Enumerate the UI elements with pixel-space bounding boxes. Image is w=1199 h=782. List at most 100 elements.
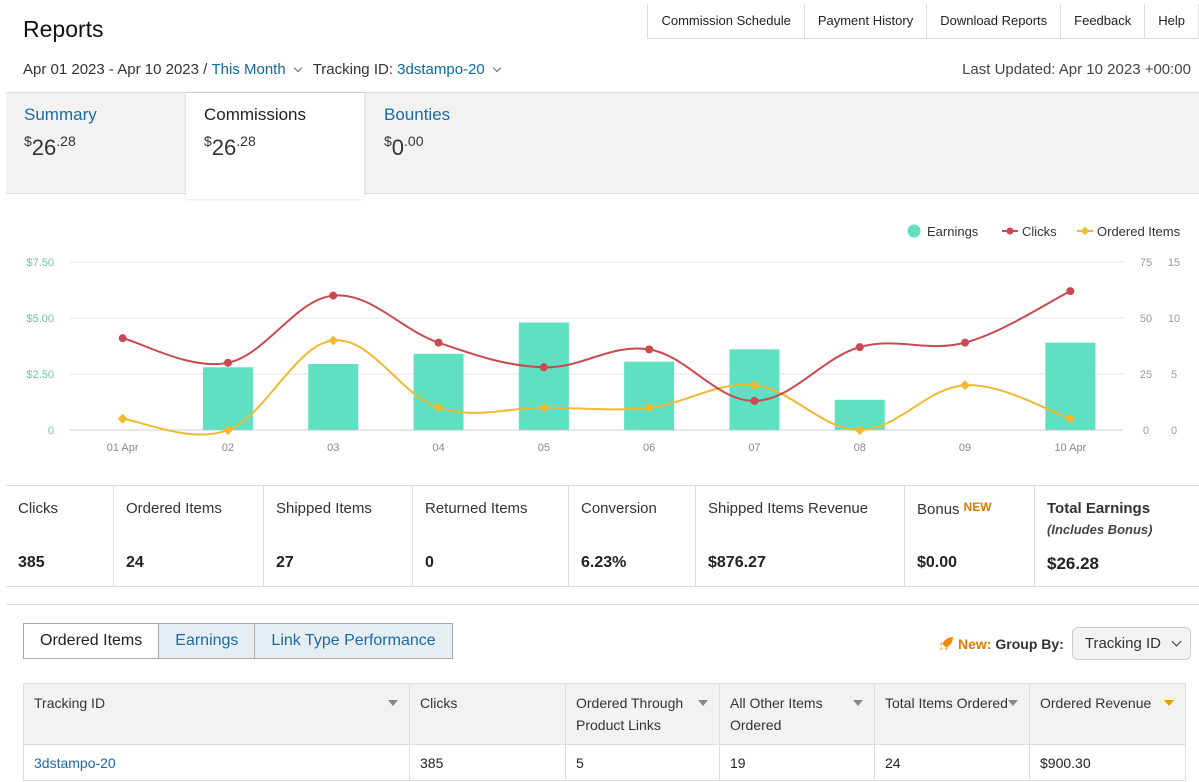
metric-conversion: Conversion 6.23% bbox=[569, 486, 696, 586]
cell-clicks: 385 bbox=[409, 744, 566, 781]
right-axis-tick: 15 bbox=[1168, 257, 1180, 269]
clicks-point bbox=[855, 343, 864, 352]
col-ordered-revenue[interactable]: Ordered Revenue bbox=[1029, 683, 1186, 745]
nav-help[interactable]: Help bbox=[1144, 4, 1198, 38]
tab-bounties-value: $ 0 .00 bbox=[384, 133, 424, 160]
col-total-items-ordered[interactable]: Total Items Ordered bbox=[874, 683, 1030, 745]
sort-icon[interactable] bbox=[853, 700, 863, 706]
clicks-point bbox=[223, 358, 232, 367]
metric-ordered-items: Ordered Items 24 bbox=[114, 486, 264, 586]
clicks-point bbox=[645, 345, 654, 354]
legend-earnings-marker bbox=[907, 224, 921, 238]
top-nav: Commission Schedule Payment History Down… bbox=[647, 4, 1199, 39]
tab-commissions-label: Commissions bbox=[204, 105, 307, 124]
clicks-point bbox=[750, 396, 759, 405]
clicks-point bbox=[1066, 287, 1075, 296]
sort-icon[interactable] bbox=[698, 700, 708, 706]
left-axis-tick: $5.00 bbox=[26, 313, 54, 325]
metric-shipped-items: Shipped Items 27 bbox=[264, 486, 413, 586]
legend-clicks-marker bbox=[1006, 227, 1014, 235]
left-axis-tick: 0 bbox=[48, 425, 54, 437]
summary-tabs: Summary $ 26 .28 Commissions $ 26 .28 Bo… bbox=[6, 92, 1199, 199]
period-selector[interactable]: This Month bbox=[211, 61, 285, 78]
x-axis-tick: 05 bbox=[538, 442, 550, 454]
mid-axis-tick: 75 bbox=[1140, 257, 1152, 269]
clicks-point bbox=[118, 334, 127, 343]
tab-commissions[interactable]: Commissions $ 26 .28 bbox=[186, 93, 364, 199]
cell-total-items: 24 bbox=[874, 744, 1030, 781]
metric-returned-items: Returned Items 0 bbox=[413, 486, 569, 586]
report-tabs: Ordered Items Earnings Link Type Perform… bbox=[23, 623, 453, 659]
clicks-point bbox=[329, 291, 338, 300]
col-all-other-items-ordered[interactable]: All Other Items Ordered bbox=[719, 683, 875, 745]
ordered-items-point bbox=[960, 380, 970, 391]
tab-commissions-value: $ 26 .28 bbox=[204, 133, 256, 160]
mid-axis-tick: 0 bbox=[1143, 425, 1149, 437]
legend-ordered-marker bbox=[1080, 226, 1090, 236]
x-axis-tick: 09 bbox=[959, 442, 971, 454]
left-axis-tick: $7.50 bbox=[26, 257, 54, 269]
earnings-bar bbox=[624, 361, 675, 430]
earnings-chart: $7.50 75 15 $5.00 50 10 $2.50 25 5 0 0 0 01 Apr 02 03 0… bbox=[6, 194, 1199, 486]
col-tracking-id[interactable]: Tracking ID bbox=[23, 683, 410, 745]
legend-ordered-label: Ordered Items bbox=[1097, 224, 1181, 239]
clicks-point bbox=[961, 338, 970, 347]
x-axis-tick: 08 bbox=[854, 442, 866, 454]
tracking-id-link[interactable]: 3dstampo-20 bbox=[34, 755, 116, 771]
group-by-select[interactable]: Tracking ID bbox=[1071, 627, 1191, 660]
ordered-items-point bbox=[328, 335, 339, 346]
nav-commission-schedule[interactable]: Commission Schedule bbox=[648, 4, 803, 38]
metric-shipped-items-revenue: Shipped Items Revenue $876.27 bbox=[696, 486, 905, 586]
clicks-point bbox=[539, 363, 548, 372]
x-axis-tick: 02 bbox=[222, 442, 234, 454]
chevron-down-icon[interactable] bbox=[293, 63, 302, 72]
col-ordered-through-product-links[interactable]: Ordered Through Product Links bbox=[565, 683, 720, 745]
date-range: Apr 01 2023 - Apr 10 2023 / bbox=[23, 61, 208, 78]
mid-axis-tick: 50 bbox=[1140, 313, 1152, 325]
rocket-icon bbox=[938, 636, 953, 651]
tab-bounties[interactable]: Bounties $ 0 .00 bbox=[366, 93, 544, 195]
tab-earnings[interactable]: Earnings bbox=[158, 624, 255, 658]
tracking-id-selector[interactable]: 3dstampo-20 bbox=[397, 61, 485, 78]
legend-earnings-label: Earnings bbox=[927, 224, 979, 239]
x-axis-tick: 10 Apr bbox=[1054, 442, 1086, 454]
sort-icon[interactable] bbox=[388, 700, 398, 706]
new-badge: NEW bbox=[963, 500, 992, 514]
tracking-label: Tracking ID: bbox=[312, 61, 393, 78]
metric-total-earnings: Total Earnings (Includes Bonus) $26.28 bbox=[1047, 500, 1153, 573]
x-axis-tick: 06 bbox=[643, 442, 655, 454]
clicks-line bbox=[122, 290, 1071, 402]
tab-summary-value: $ 26 .28 bbox=[24, 133, 76, 160]
new-label: New: bbox=[957, 635, 992, 652]
filter-bar: Apr 01 2023 - Apr 10 2023 / This Month T… bbox=[23, 61, 512, 78]
col-clicks[interactable]: Clicks bbox=[409, 683, 566, 745]
ordered-items-table: Tracking ID Clicks Ordered Through Produ… bbox=[23, 683, 1186, 781]
page-title: Reports bbox=[23, 16, 104, 42]
metric-bonus: Bonus NEW $0.00 bbox=[905, 486, 1035, 586]
x-axis-tick: 04 bbox=[432, 442, 444, 454]
chevron-down-icon[interactable] bbox=[492, 63, 501, 72]
nav-payment-history[interactable]: Payment History bbox=[803, 4, 926, 38]
legend-clicks-label: Clicks bbox=[1022, 224, 1057, 239]
sort-icon[interactable] bbox=[1164, 700, 1174, 706]
tab-ordered-items[interactable]: Ordered Items bbox=[24, 624, 159, 658]
right-axis-tick: 10 bbox=[1168, 313, 1180, 325]
tab-bounties-label: Bounties bbox=[384, 105, 451, 124]
last-updated: Last Updated: Apr 10 2023 +00:00 bbox=[962, 61, 1191, 78]
tab-link-type-performance[interactable]: Link Type Performance bbox=[254, 624, 452, 658]
earnings-bar bbox=[308, 363, 359, 430]
cell-other-items: 19 bbox=[719, 744, 875, 781]
tab-summary[interactable]: Summary $ 26 .28 bbox=[6, 93, 184, 195]
nav-feedback[interactable]: Feedback bbox=[1060, 4, 1144, 38]
x-axis-tick: 07 bbox=[748, 442, 760, 454]
tab-summary-label: Summary bbox=[24, 105, 97, 124]
earnings-bar bbox=[518, 322, 569, 430]
ordered-items-point bbox=[117, 413, 128, 424]
x-axis-tick: 01 Apr bbox=[107, 442, 139, 454]
metrics-row: Clicks 385 Ordered Items 24 Shipped Item… bbox=[6, 485, 1199, 587]
sort-icon[interactable] bbox=[1008, 700, 1018, 706]
report-details: Ordered Items Earnings Link Type Perform… bbox=[6, 604, 1199, 782]
nav-download-reports[interactable]: Download Reports bbox=[926, 4, 1060, 38]
x-axis-tick: 03 bbox=[327, 442, 339, 454]
left-axis-tick: $2.50 bbox=[26, 369, 54, 381]
